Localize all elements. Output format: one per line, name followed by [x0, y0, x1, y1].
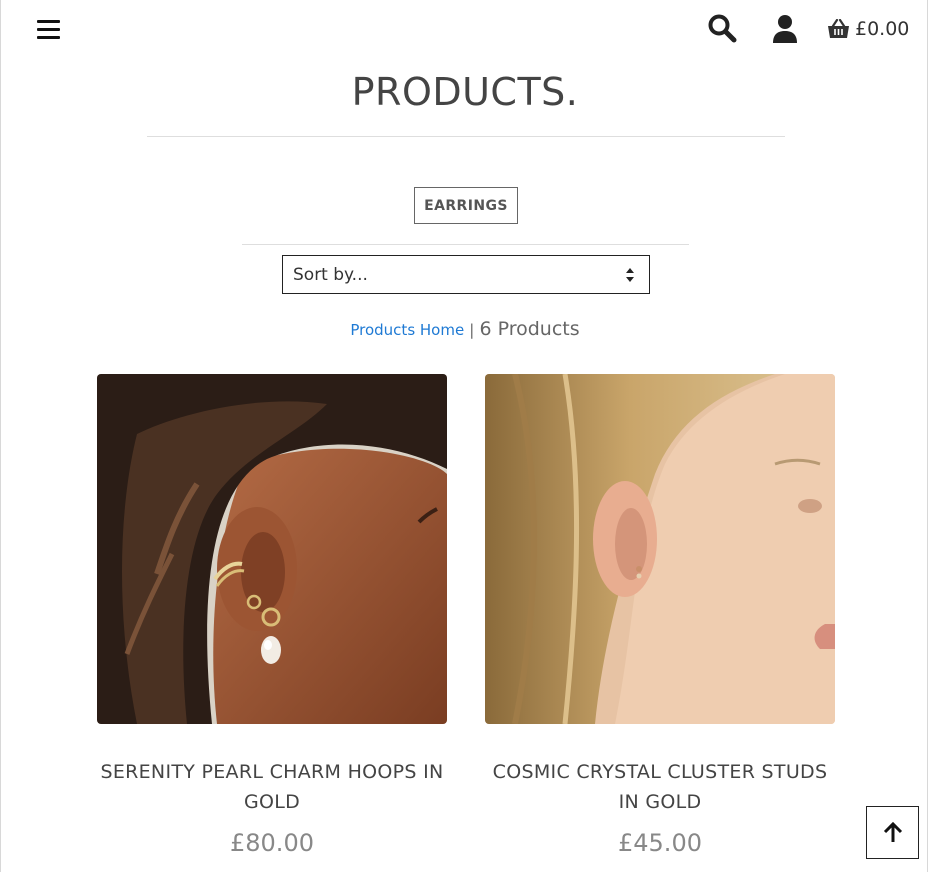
breadcrumb: Products Home | 6 Products	[1, 318, 928, 340]
page-title: PRODUCTS.	[351, 70, 579, 114]
title-divider	[147, 136, 785, 137]
product-image[interactable]	[97, 374, 447, 724]
sort-select[interactable]: Sort by...	[282, 255, 650, 294]
breadcrumb-separator: |	[469, 321, 475, 339]
shopping-basket-icon	[828, 19, 849, 38]
basket-total: £0.00	[855, 18, 910, 40]
product-name[interactable]: SERENITY PEARL CHARM HOOPS IN GOLD	[97, 757, 447, 817]
product-price: £45.00	[618, 829, 702, 857]
search-icon[interactable]	[707, 13, 737, 43]
category-tag-earrings[interactable]: EARRINGS	[414, 187, 518, 224]
product-card: COSMIC CRYSTAL CLUSTER STUDS IN GOLD £45…	[485, 374, 835, 857]
product-image[interactable]	[485, 374, 835, 724]
page-frame: £0.00 PRODUCTS. EARRINGS Sort by... Prod…	[0, 0, 928, 872]
basket-button[interactable]: £0.00	[827, 16, 909, 42]
hamburger-menu-icon[interactable]	[37, 20, 60, 40]
sort-arrows-icon	[626, 268, 634, 282]
products-home-link[interactable]: Products Home	[350, 321, 464, 339]
product-price: £80.00	[230, 829, 314, 857]
product-count: 6 Products	[479, 318, 580, 340]
back-to-top-button[interactable]	[866, 806, 919, 859]
product-card: SERENITY PEARL CHARM HOOPS IN GOLD £80.0…	[97, 374, 447, 857]
user-icon[interactable]	[771, 14, 799, 44]
arrow-up-icon	[883, 821, 902, 842]
category-divider	[242, 244, 689, 245]
sort-select-value: Sort by...	[293, 264, 368, 285]
product-name[interactable]: COSMIC CRYSTAL CLUSTER STUDS IN GOLD	[485, 757, 835, 817]
